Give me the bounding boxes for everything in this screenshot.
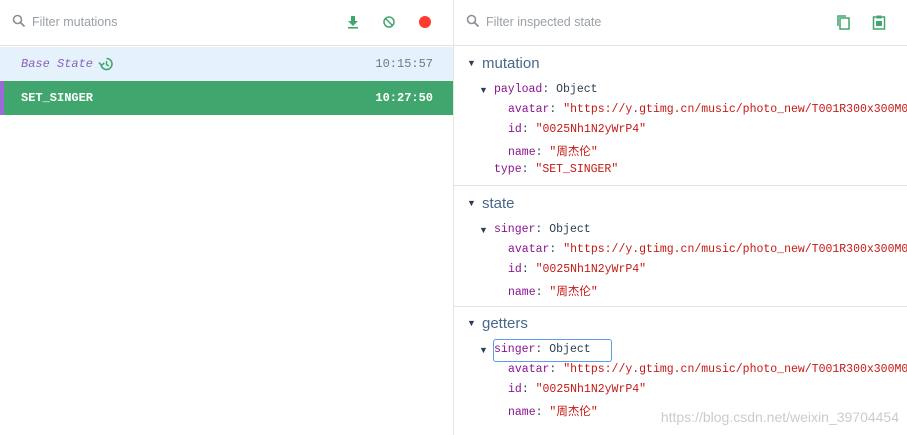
filter-mutations-input[interactable] [32, 12, 292, 32]
field-row-avatar: avatar: "https://y.gtimg.cn/music/photo_… [508, 363, 907, 376]
revert-all-button[interactable] [380, 13, 398, 31]
search-icon [466, 14, 480, 28]
mutation-time: 10:27:50 [375, 91, 433, 105]
field-value: "https://y.gtimg.cn/music/photo_new/T001… [563, 103, 907, 116]
field-value: "周杰伦" [549, 286, 598, 299]
field-value: "0025Nh1N2yWrP4" [535, 123, 647, 136]
field-key: avatar [508, 243, 550, 256]
field-row-name: name: "周杰伦" [508, 406, 598, 419]
field-value: "0025Nh1N2yWrP4" [535, 383, 647, 396]
field-value: "https://y.gtimg.cn/music/photo_new/T001… [563, 243, 907, 256]
filter-state-input[interactable] [486, 12, 746, 32]
selection-highlight-box [493, 339, 612, 362]
field-key: name [508, 406, 536, 419]
field-row-name: name: "周杰伦" [508, 146, 598, 159]
field-row-type: type: "SET_SINGER" [494, 163, 619, 176]
mutations-toolbar [0, 0, 453, 46]
field-row-id: id: "0025Nh1N2yWrP4" [508, 383, 647, 396]
state-section: ▼ state ▼ singer: Object avatar: "https:… [454, 187, 907, 307]
payload-row[interactable]: payload: Object [494, 83, 598, 96]
section-title[interactable]: mutation [482, 55, 540, 72]
copy-state-button[interactable] [834, 13, 852, 31]
mutation-name: SET_SINGER [21, 91, 94, 105]
field-key: avatar [508, 103, 550, 116]
history-icon[interactable] [98, 56, 114, 72]
object-key: singer [494, 223, 536, 236]
collapse-arrow-icon[interactable]: ▼ [479, 85, 488, 95]
field-key: id [508, 263, 522, 276]
record-button[interactable] [416, 13, 434, 31]
payload-type: Object [556, 83, 598, 96]
field-row-id: id: "0025Nh1N2yWrP4" [508, 123, 647, 136]
field-value: "SET_SINGER" [535, 163, 619, 176]
collapse-arrow-icon[interactable]: ▼ [479, 225, 488, 235]
clipboard-icon [872, 15, 886, 30]
field-key: name [508, 286, 536, 299]
field-key: id [508, 383, 522, 396]
mutation-name: Base State [21, 57, 94, 71]
record-icon [419, 16, 431, 28]
field-value: "https://y.gtimg.cn/music/photo_new/T001… [563, 363, 907, 376]
mutation-section: ▼ mutation ▼ payload: Object avatar: "ht… [454, 47, 907, 186]
collapse-arrow-icon[interactable]: ▼ [479, 345, 488, 355]
collapse-arrow-icon[interactable]: ▼ [467, 58, 476, 68]
field-value: "0025Nh1N2yWrP4" [535, 263, 647, 276]
field-row-avatar: avatar: "https://y.gtimg.cn/music/photo_… [508, 103, 907, 116]
inspector-toolbar [454, 0, 907, 46]
copy-icon [837, 15, 850, 30]
field-key: id [508, 123, 522, 136]
field-key: type [494, 163, 522, 176]
field-value: "周杰伦" [549, 406, 598, 419]
field-row-avatar: avatar: "https://y.gtimg.cn/music/photo_… [508, 243, 907, 256]
section-title[interactable]: state [482, 195, 515, 212]
field-row-id: id: "0025Nh1N2yWrP4" [508, 263, 647, 276]
inspector-panel: ▼ mutation ▼ payload: Object avatar: "ht… [454, 0, 907, 435]
payload-key: payload [494, 83, 543, 96]
collapse-arrow-icon[interactable]: ▼ [467, 318, 476, 328]
watermark-text: https://blog.csdn.net/weixin_39704454 [660, 409, 899, 425]
paste-state-button[interactable] [870, 13, 888, 31]
field-value: "周杰伦" [549, 146, 598, 159]
mutation-row-base-state[interactable]: Base State 10:15:57 [0, 47, 453, 81]
collapse-arrow-icon[interactable]: ▼ [467, 198, 476, 208]
singer-row[interactable]: singer: Object [494, 223, 591, 236]
mutations-panel: Base State 10:15:57 SET_SINGER 10:27:50 [0, 0, 454, 435]
mutation-row-set-singer[interactable]: SET_SINGER 10:27:50 [0, 81, 453, 115]
field-key: avatar [508, 363, 550, 376]
mutation-time: 10:15:57 [375, 57, 433, 71]
section-title[interactable]: getters [482, 315, 528, 332]
block-icon [383, 16, 395, 28]
field-key: name [508, 146, 536, 159]
search-icon [12, 14, 26, 28]
download-icon [348, 16, 358, 29]
field-row-name: name: "周杰伦" [508, 286, 598, 299]
commit-all-button[interactable] [344, 13, 362, 31]
object-type: Object [549, 223, 591, 236]
